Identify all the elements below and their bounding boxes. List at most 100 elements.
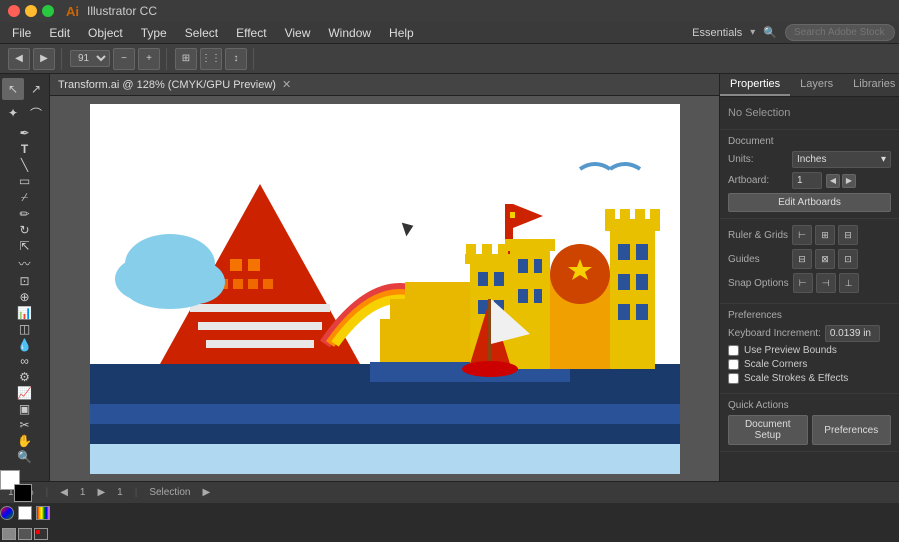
essentials-dropdown-icon[interactable]: ▾: [750, 27, 755, 38]
artboard-nav: ◀ ▶: [826, 174, 856, 188]
menu-effect[interactable]: Effect: [228, 24, 274, 42]
doc-close-button[interactable]: ✕: [282, 78, 291, 91]
graph-tool[interactable]: 📊: [14, 306, 36, 320]
main-area: ↖ ↗ ✦ ⌒ ✒ T ╲ ▭ ⌿ ✏ ↻ ⇱ 〰 ⊡ ⊕ 📊 ◫ 💧 ∞ ⚙ …: [0, 74, 899, 481]
ruler-grids-row: Ruler & Grids ⊢ ⊞ ⊟: [728, 225, 891, 245]
symbol-tool[interactable]: ⚙: [14, 370, 36, 384]
fill-stroke-indicator[interactable]: [0, 470, 32, 502]
canvas[interactable]: [50, 96, 719, 481]
scale-strokes-checkbox[interactable]: [728, 373, 739, 384]
gradient-tool[interactable]: ◫: [14, 322, 36, 336]
paintbrush-tool[interactable]: ⌿: [14, 190, 36, 205]
keyboard-increment-input[interactable]: [825, 325, 880, 342]
toolbar-arrange-group: ⊞ ⋮⋮ ↕: [175, 48, 254, 70]
grid-button[interactable]: ⋮⋮: [200, 48, 222, 70]
doc-tab: Transform.ai @ 128% (CMYK/GPU Preview) ✕: [50, 74, 719, 96]
close-button[interactable]: [8, 5, 20, 17]
menu-object[interactable]: Object: [80, 24, 131, 42]
status-tool: Selection: [149, 487, 190, 498]
guides-lock-icon[interactable]: ⊠: [815, 249, 835, 269]
hand-tool[interactable]: ✋: [14, 434, 36, 448]
rectangle-tool[interactable]: ▭: [14, 174, 36, 188]
menu-file[interactable]: File: [4, 24, 39, 42]
status-artboard-num: 1: [117, 487, 123, 498]
canvas-area: Transform.ai @ 128% (CMYK/GPU Preview) ✕: [50, 74, 719, 481]
perspective-icon[interactable]: ⊟: [838, 225, 858, 245]
artboard-next[interactable]: ▶: [842, 174, 856, 188]
status-page-icon-2: ▶: [97, 487, 105, 498]
menu-type[interactable]: Type: [133, 24, 175, 42]
grid-icon[interactable]: ⊞: [815, 225, 835, 245]
gradient-icon[interactable]: [36, 506, 50, 520]
guides-clear-icon[interactable]: ⊡: [838, 249, 858, 269]
tool-pair-select: ↖ ↗: [2, 78, 47, 100]
type-tool[interactable]: T: [14, 142, 36, 156]
arrange-button[interactable]: ⊞: [175, 48, 197, 70]
artboard-prev[interactable]: ◀: [826, 174, 840, 188]
scale-corners-row: Scale Corners: [728, 359, 891, 370]
warp-tool[interactable]: 〰: [14, 255, 36, 272]
snap-icon-3[interactable]: ⊥: [839, 273, 859, 293]
menu-help[interactable]: Help: [381, 24, 422, 42]
guides-show-icon[interactable]: ⊟: [792, 249, 812, 269]
rotate-tool[interactable]: ↻: [14, 223, 36, 237]
eyedropper-tool[interactable]: 💧: [14, 338, 36, 352]
guides-row: Guides ⊟ ⊠ ⊡: [728, 249, 891, 269]
document-setup-button[interactable]: Document Setup: [728, 415, 808, 445]
zoom-out-button[interactable]: −: [113, 48, 135, 70]
column-graph-tool[interactable]: 📈: [14, 386, 36, 400]
magic-wand-tool[interactable]: ✦: [2, 102, 24, 124]
scale-strokes-row: Scale Strokes & Effects: [728, 373, 891, 384]
stroke-box[interactable]: [14, 484, 32, 502]
none-icon[interactable]: [18, 506, 32, 520]
line-tool[interactable]: ╲: [14, 158, 36, 172]
scale-strokes-label: Scale Strokes & Effects: [744, 373, 848, 384]
screen-mode-presentation[interactable]: [34, 528, 48, 540]
ruler-grids-icons: ⊢ ⊞ ⊟: [792, 225, 858, 245]
tab-properties[interactable]: Properties: [720, 74, 790, 96]
artboard-tool[interactable]: ▣: [14, 402, 36, 416]
screen-mode-full[interactable]: [18, 528, 32, 540]
scale-corners-checkbox[interactable]: [728, 359, 739, 370]
color-mode-icon[interactable]: [0, 506, 14, 520]
tab-libraries[interactable]: Libraries: [843, 74, 899, 96]
fullscreen-button[interactable]: [42, 5, 54, 17]
forward-button[interactable]: ▶: [33, 48, 55, 70]
no-selection-section: No Selection: [720, 97, 899, 130]
distribute-button[interactable]: ↕: [225, 48, 247, 70]
ruler-icon[interactable]: ⊢: [792, 225, 812, 245]
panel-tabs: Properties Layers Libraries: [720, 74, 899, 97]
menu-view[interactable]: View: [277, 24, 319, 42]
zoom-in-button[interactable]: +: [138, 48, 160, 70]
preferences-button[interactable]: Preferences: [812, 415, 892, 445]
screen-mode-normal[interactable]: [2, 528, 16, 540]
use-preview-bounds-checkbox[interactable]: [728, 345, 739, 356]
edit-artboards-button[interactable]: Edit Artboards: [728, 193, 891, 212]
tab-layers[interactable]: Layers: [790, 74, 843, 96]
artboard-value[interactable]: 1: [792, 172, 822, 189]
menu-window[interactable]: Window: [320, 24, 379, 42]
zoom-tool[interactable]: 🔍: [14, 450, 36, 464]
shape-builder-tool[interactable]: ⊕: [14, 290, 36, 304]
blend-tool[interactable]: ∞: [14, 354, 36, 368]
units-dropdown[interactable]: Inches ▾: [792, 151, 891, 168]
snap-icon-2[interactable]: ⊣: [816, 273, 836, 293]
selection-tool[interactable]: ↖: [2, 78, 24, 100]
minimize-button[interactable]: [25, 5, 37, 17]
essentials-area: Essentials ▾ 🔍: [692, 24, 895, 41]
pen-tool[interactable]: ✒: [14, 126, 36, 140]
free-transform-tool[interactable]: ⊡: [14, 274, 36, 288]
menu-edit[interactable]: Edit: [41, 24, 78, 42]
artboard-label: Artboard:: [728, 175, 788, 186]
snap-icon-1[interactable]: ⊢: [793, 273, 813, 293]
back-button[interactable]: ◀: [8, 48, 30, 70]
pencil-tool[interactable]: ✏: [14, 207, 36, 221]
menu-select[interactable]: Select: [177, 24, 226, 42]
zoom-select[interactable]: 91: [70, 50, 110, 67]
slice-tool[interactable]: ✂: [14, 418, 36, 432]
lasso-tool[interactable]: ⌒: [25, 102, 47, 124]
scale-tool[interactable]: ⇱: [14, 239, 36, 253]
snap-options-label: Snap Options: [728, 278, 789, 289]
direct-selection-tool[interactable]: ↗: [25, 78, 47, 100]
search-input[interactable]: [785, 24, 895, 41]
